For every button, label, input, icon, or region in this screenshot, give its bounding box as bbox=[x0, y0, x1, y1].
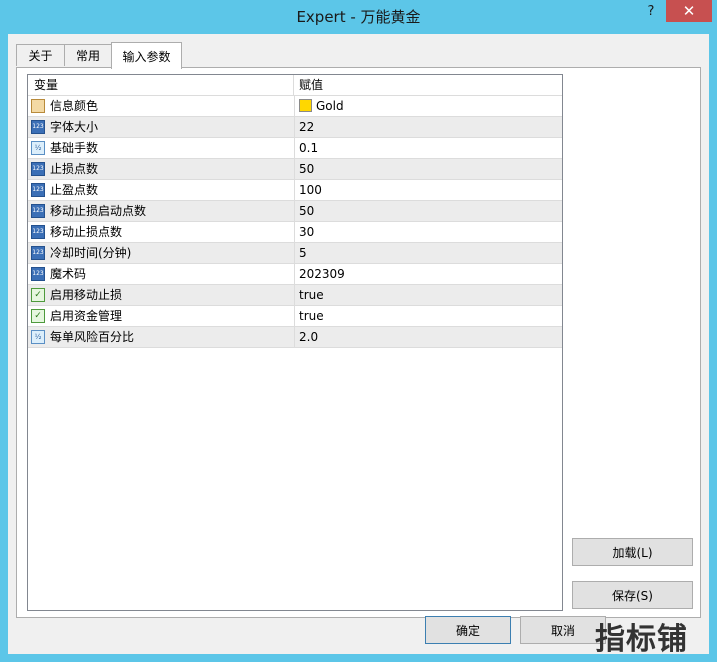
grid-header: 变量 赋值 bbox=[28, 75, 562, 96]
parameter-value-cell[interactable]: 30 bbox=[296, 222, 562, 242]
parameter-value-cell[interactable]: 50 bbox=[296, 159, 562, 179]
parameter-row[interactable]: ✓ 启用资金管理 true bbox=[28, 306, 562, 327]
parameter-row[interactable]: 123 移动止损点数 30 bbox=[28, 222, 562, 243]
parameter-row[interactable]: ½ 基础手数 0.1 bbox=[28, 138, 562, 159]
parameter-name-cell: 123 冷却时间(分钟) bbox=[28, 243, 295, 263]
parameter-row[interactable]: 123 冷却时间(分钟) 5 bbox=[28, 243, 562, 264]
parameters-grid: 变量 赋值 信息颜色 Gold 123 字体大小 22 ½ 基础手数 0.1 123 止损点数 50… bbox=[27, 74, 563, 611]
int-icon: 123 bbox=[31, 204, 45, 218]
tab-inputs[interactable]: 输入参数 bbox=[111, 42, 182, 69]
parameter-row[interactable]: 123 止盈点数 100 bbox=[28, 180, 562, 201]
tab-common[interactable]: 常用 bbox=[64, 44, 112, 66]
parameter-value: 50 bbox=[299, 204, 315, 218]
parameter-value-cell[interactable]: 0.1 bbox=[296, 138, 562, 158]
save-button[interactable]: 保存(S) bbox=[572, 581, 693, 609]
int-icon: 123 bbox=[31, 267, 45, 281]
parameter-value: 100 bbox=[299, 183, 322, 197]
parameter-name-cell: 信息颜色 bbox=[28, 96, 295, 116]
parameter-name-cell: 123 字体大小 bbox=[28, 117, 295, 137]
parameter-value-cell[interactable]: 5 bbox=[296, 243, 562, 263]
parameter-name-cell: 123 止损点数 bbox=[28, 159, 295, 179]
double-icon: ½ bbox=[31, 141, 45, 155]
parameter-row[interactable]: 信息颜色 Gold bbox=[28, 96, 562, 117]
bool-icon: ✓ bbox=[31, 288, 45, 302]
parameter-value: 30 bbox=[299, 225, 315, 239]
parameter-name-cell: 123 移动止损启动点数 bbox=[28, 201, 295, 221]
parameter-value-cell[interactable]: true bbox=[296, 306, 562, 326]
window-title: Expert - 万能黄金 bbox=[296, 8, 421, 26]
parameter-name: 冷却时间(分钟) bbox=[50, 246, 132, 260]
parameter-value: 0.1 bbox=[299, 141, 319, 155]
parameter-row[interactable]: ✓ 启用移动止损 true bbox=[28, 285, 562, 306]
parameter-name: 启用资金管理 bbox=[50, 309, 123, 323]
parameter-name-cell: ✓ 启用移动止损 bbox=[28, 285, 295, 305]
parameter-row[interactable]: 123 止损点数 50 bbox=[28, 159, 562, 180]
inputs-panel: 变量 赋值 信息颜色 Gold 123 字体大小 22 ½ 基础手数 0.1 123 止损点数 50… bbox=[16, 67, 701, 618]
parameter-value-cell[interactable]: 2.0 bbox=[296, 327, 562, 347]
parameter-value-cell[interactable]: true bbox=[296, 285, 562, 305]
cancel-button[interactable]: 取消 bbox=[520, 616, 606, 644]
bool-icon: ✓ bbox=[31, 309, 45, 323]
ok-button[interactable]: 确定 bbox=[425, 616, 511, 644]
parameter-value-cell[interactable]: 22 bbox=[296, 117, 562, 137]
parameter-name: 止盈点数 bbox=[50, 183, 99, 197]
parameter-name: 每单风险百分比 bbox=[50, 330, 135, 344]
color-swatch bbox=[299, 99, 312, 112]
dialog-client-area: 关于 常用 输入参数 变量 赋值 信息颜色 Gold 123 字体大小 22 ½ 基础手数 0… bbox=[8, 34, 709, 654]
parameter-row[interactable]: 123 字体大小 22 bbox=[28, 117, 562, 138]
parameter-value: 22 bbox=[299, 120, 315, 134]
int-icon: 123 bbox=[31, 120, 45, 134]
parameter-name: 魔术码 bbox=[50, 267, 87, 281]
int-icon: 123 bbox=[31, 162, 45, 176]
parameter-name-cell: 123 移动止损点数 bbox=[28, 222, 295, 242]
parameter-value-cell[interactable]: 50 bbox=[296, 201, 562, 221]
parameter-row[interactable]: ½ 每单风险百分比 2.0 bbox=[28, 327, 562, 348]
title-bar: Expert - 万能黄金 ? ✕ bbox=[0, 0, 717, 34]
double-icon: ½ bbox=[31, 330, 45, 344]
parameter-value: 50 bbox=[299, 162, 315, 176]
parameter-value-cell[interactable]: 202309 bbox=[296, 264, 562, 284]
parameter-value: Gold bbox=[316, 99, 344, 113]
watermark-text: 指标铺 bbox=[595, 622, 688, 657]
parameter-value: 2.0 bbox=[299, 330, 319, 344]
color-icon bbox=[31, 99, 45, 113]
parameter-name: 移动止损点数 bbox=[50, 225, 123, 239]
column-header-value[interactable]: 赋值 bbox=[296, 75, 562, 95]
int-icon: 123 bbox=[31, 246, 45, 260]
parameter-name-cell: 123 魔术码 bbox=[28, 264, 295, 284]
parameter-name: 移动止损启动点数 bbox=[50, 204, 147, 218]
parameter-name-cell: ½ 每单风险百分比 bbox=[28, 327, 295, 347]
parameter-name-cell: ½ 基础手数 bbox=[28, 138, 295, 158]
parameter-value: 5 bbox=[299, 246, 307, 260]
parameter-name: 字体大小 bbox=[50, 120, 99, 134]
parameter-name: 启用移动止损 bbox=[50, 288, 123, 302]
load-button[interactable]: 加载(L) bbox=[572, 538, 693, 566]
parameter-name: 止损点数 bbox=[50, 162, 99, 176]
int-icon: 123 bbox=[31, 225, 45, 239]
int-icon: 123 bbox=[31, 183, 45, 197]
parameter-name-cell: ✓ 启用资金管理 bbox=[28, 306, 295, 326]
parameter-name: 信息颜色 bbox=[50, 99, 99, 113]
parameter-value-cell[interactable]: Gold bbox=[296, 96, 562, 116]
parameter-value: 202309 bbox=[299, 267, 345, 281]
parameter-row[interactable]: 123 魔术码 202309 bbox=[28, 264, 562, 285]
parameter-value: true bbox=[299, 309, 324, 323]
column-header-variable[interactable]: 变量 bbox=[28, 75, 294, 95]
tab-about[interactable]: 关于 bbox=[16, 44, 65, 66]
parameter-value: true bbox=[299, 288, 324, 302]
close-button[interactable]: ✕ bbox=[666, 0, 712, 22]
parameter-row[interactable]: 123 移动止损启动点数 50 bbox=[28, 201, 562, 222]
parameter-name: 基础手数 bbox=[50, 141, 99, 155]
parameter-value-cell[interactable]: 100 bbox=[296, 180, 562, 200]
parameter-name-cell: 123 止盈点数 bbox=[28, 180, 295, 200]
help-button[interactable]: ? bbox=[636, 0, 666, 22]
